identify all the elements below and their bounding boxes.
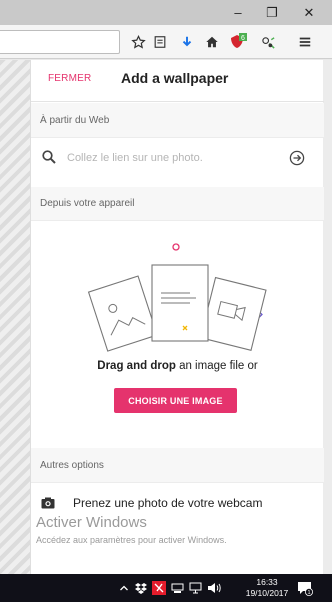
browser-titlebar: – ❐ ✕	[0, 0, 332, 25]
search-icon	[42, 150, 56, 164]
chevron-up-icon[interactable]	[118, 580, 130, 596]
image-url-input[interactable]	[67, 148, 277, 168]
clock-time: 16:33	[256, 577, 278, 587]
network-icon[interactable]	[170, 580, 184, 596]
volume-icon[interactable]	[206, 580, 222, 596]
notification-icon[interactable]: 1	[296, 580, 314, 596]
other-options-label: Autres options	[31, 448, 324, 483]
web-section-label: À partir du Web	[31, 103, 324, 138]
maximize-button[interactable]: ❐	[255, 0, 289, 25]
drag-drop-bold: Drag and drop	[97, 360, 176, 372]
minimize-button[interactable]: –	[221, 0, 255, 25]
page-background	[0, 60, 30, 574]
shield-extension-icon[interactable]: 6	[227, 31, 249, 53]
files-illustration-icon	[87, 243, 267, 352]
taskbar: 16:33 19/10/2017 1	[0, 574, 332, 602]
dropbox-icon[interactable]	[134, 580, 148, 596]
drag-drop-rest: an image file or	[175, 360, 258, 372]
watermark-title: Activer Windows	[36, 514, 147, 531]
choose-image-button[interactable]: CHOISIR UNE IMAGE	[114, 388, 237, 413]
system-clock[interactable]: 16:33 19/10/2017	[244, 577, 290, 599]
arrow-right-circle-icon[interactable]	[289, 150, 305, 166]
antivirus-icon[interactable]	[151, 580, 166, 596]
webcam-label: Prenez une photo de votre webcam	[73, 496, 263, 510]
watermark-subtitle: Accédez aux paramètres pour activer Wind…	[36, 535, 227, 545]
extension-badge: 6	[241, 35, 245, 42]
activate-windows-watermark: Activer Windows Accédez aux paramètres p…	[36, 514, 227, 545]
close-window-button[interactable]: ✕	[292, 0, 326, 25]
scrollbar-track[interactable]	[323, 60, 332, 574]
panel-header: FERMER Add a wallpaper	[31, 60, 324, 102]
address-bar[interactable]	[0, 30, 120, 54]
menu-icon[interactable]	[294, 31, 316, 53]
home-icon[interactable]	[201, 31, 223, 53]
extension-icon[interactable]	[257, 31, 279, 53]
device-section-label: Depuis votre appareil	[31, 187, 324, 221]
drag-drop-text: Drag and drop an image file or	[31, 360, 324, 372]
camera-icon	[41, 497, 55, 509]
star-icon[interactable]	[127, 31, 149, 53]
url-search-row	[31, 138, 324, 178]
clock-date: 19/10/2017	[245, 588, 289, 598]
reading-list-icon[interactable]	[149, 31, 171, 53]
drop-zone[interactable]: Drag and drop an image file or CHOISIR U…	[31, 221, 324, 436]
close-panel-button[interactable]: FERMER	[48, 73, 91, 84]
display-icon[interactable]	[188, 580, 202, 596]
notification-count: 1	[307, 590, 310, 596]
panel-title: Add a wallpaper	[121, 70, 229, 86]
add-wallpaper-panel: FERMER Add a wallpaper À partir du Web D…	[30, 60, 324, 574]
browser-toolbar: 6	[0, 25, 332, 59]
download-icon[interactable]	[176, 31, 198, 53]
